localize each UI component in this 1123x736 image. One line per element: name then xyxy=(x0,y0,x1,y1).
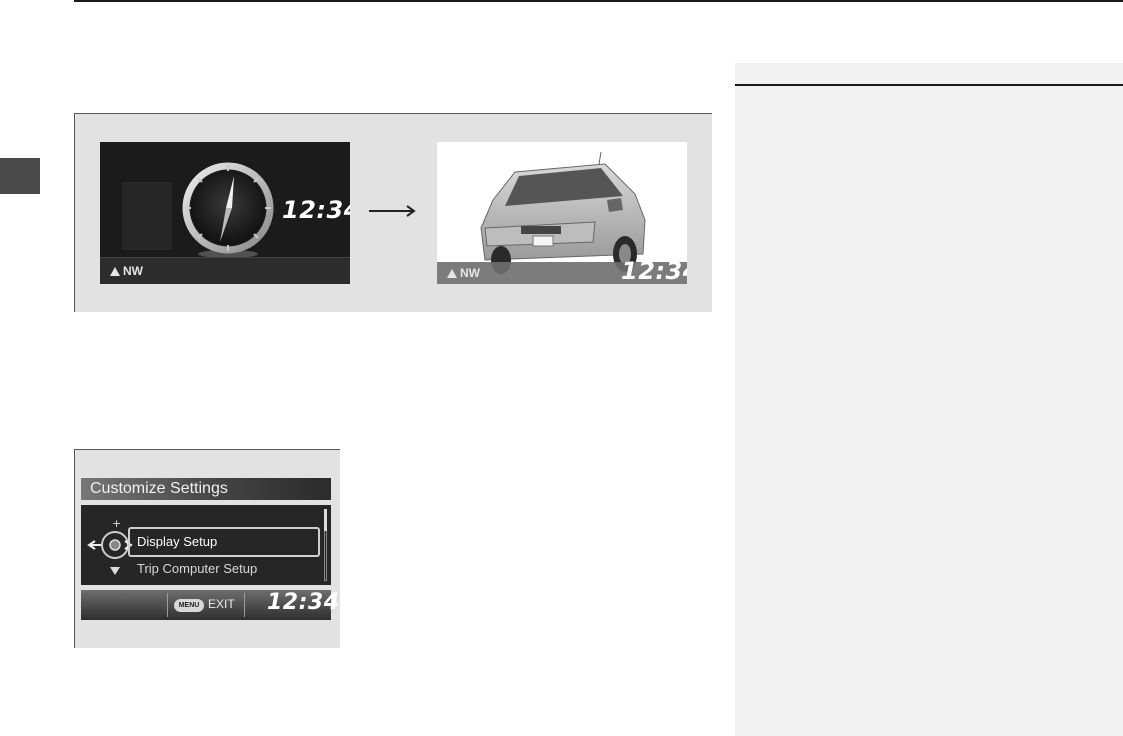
sidebar-panel xyxy=(735,63,1123,736)
clock-time: 12:34 xyxy=(267,590,340,615)
heading-text: NW xyxy=(123,264,143,278)
status-bar: NW xyxy=(100,257,350,284)
menu-item-display-setup[interactable]: Display Setup xyxy=(137,534,217,549)
arrow-right-icon xyxy=(369,205,416,217)
svg-text:–: – xyxy=(112,551,118,564)
divider xyxy=(244,593,245,617)
customize-settings-figure: Customize Settings + – Display Setup Tri… xyxy=(74,449,340,648)
heading-text: NW xyxy=(460,266,480,280)
heading-indicator: NW xyxy=(447,266,480,280)
chapter-tab xyxy=(0,158,40,194)
bottom-bar: MENU EXIT 12:34 xyxy=(81,590,339,620)
settings-list: + – Display Setup Trip Computer Setup xyxy=(81,505,331,585)
top-rule xyxy=(74,0,1123,2)
north-arrow-icon xyxy=(447,268,457,278)
heading-indicator: NW xyxy=(110,264,143,278)
selector-knob-icon: + – xyxy=(87,517,133,575)
exit-label[interactable]: EXIT xyxy=(208,597,235,611)
display-change-figure: 12:34 NW xyxy=(74,113,712,312)
compass-icon xyxy=(182,162,274,258)
clock-time: 12:34 xyxy=(282,196,350,224)
scrollbar-thumb[interactable] xyxy=(324,509,327,531)
svg-text:+: + xyxy=(112,517,121,530)
vehicle-screen: NW 12:34 xyxy=(437,142,687,284)
north-arrow-icon xyxy=(110,266,120,276)
sidebar-rule xyxy=(735,84,1123,86)
menu-item-trip-computer-setup[interactable]: Trip Computer Setup xyxy=(137,561,257,576)
background-panel xyxy=(122,182,172,250)
compass-screen: 12:34 NW xyxy=(100,142,350,284)
screen-title: Customize Settings xyxy=(81,478,331,500)
divider xyxy=(167,593,168,617)
clock-time: 12:34 xyxy=(621,257,687,284)
menu-button[interactable]: MENU xyxy=(174,599,204,612)
